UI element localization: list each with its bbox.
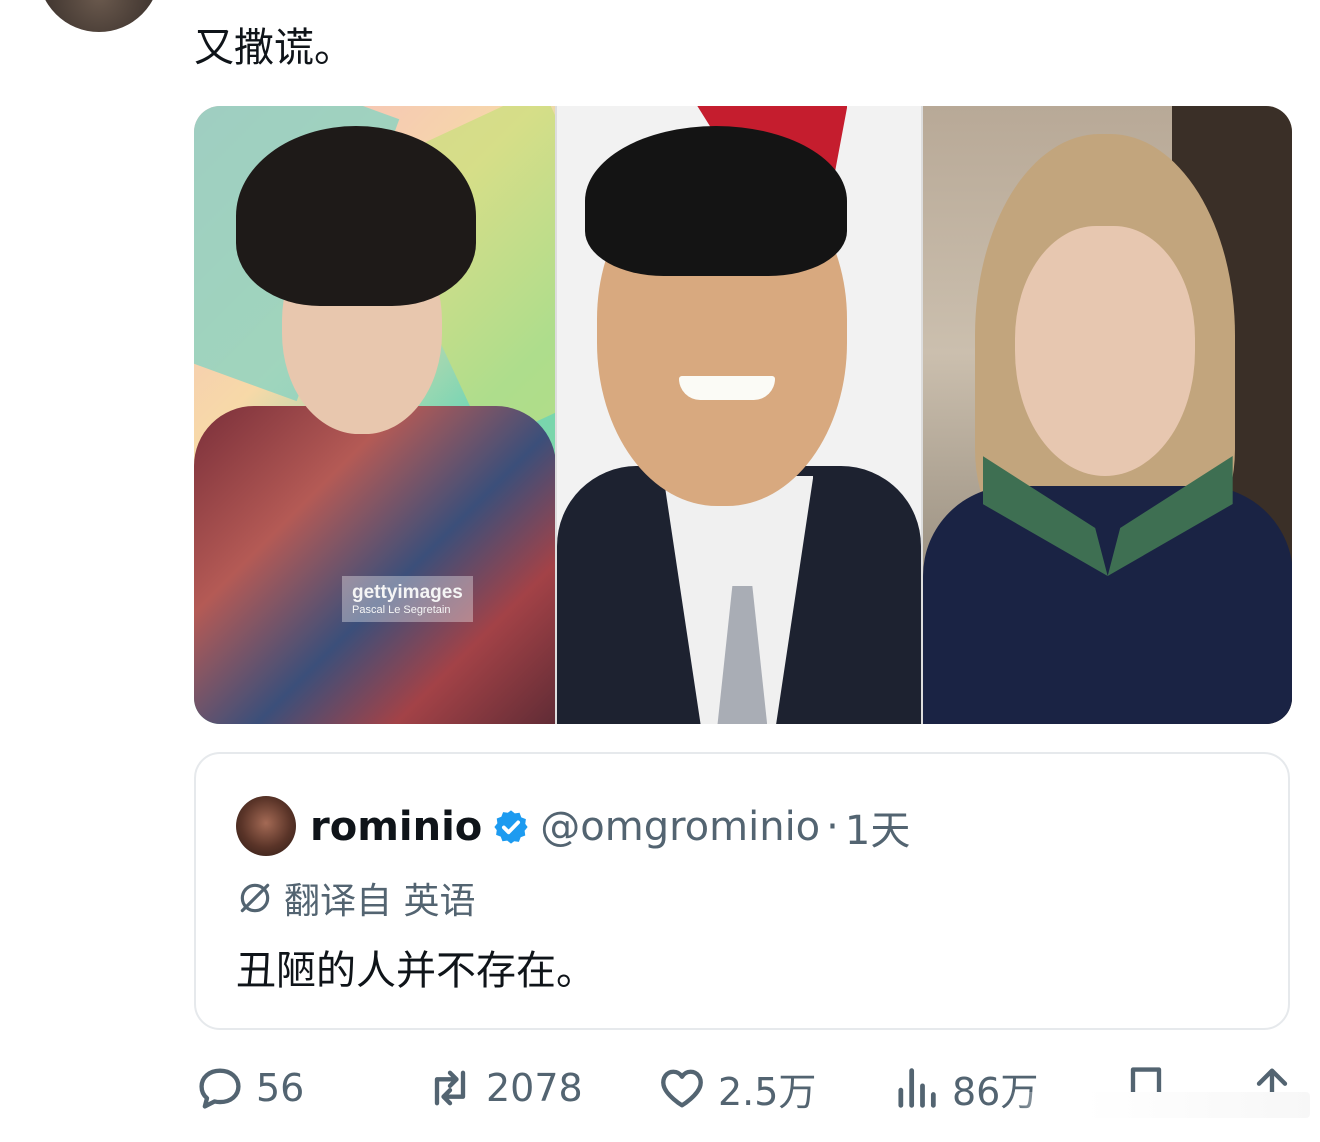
verified-badge-icon: [494, 810, 528, 844]
translation-note: 翻译自 英语: [236, 872, 475, 924]
like-count: 2.5万: [718, 1069, 817, 1114]
retweet-button[interactable]: 2078: [424, 1058, 583, 1118]
quoted-tweet-header: rominio @omgrominio · 1天: [310, 798, 910, 856]
watermark-brand: gettyimages: [352, 582, 463, 603]
person-face: [1014, 226, 1195, 476]
person-jacket: [922, 486, 1292, 724]
quoted-tweet-text: 丑陋的人并不存在。: [236, 948, 596, 994]
bottom-fade-overlay: [1010, 1092, 1310, 1118]
separator-dot: ·: [826, 804, 839, 850]
tweet-text: 又撒谎。: [194, 25, 354, 71]
translation-label: 翻译自 英语: [284, 881, 476, 922]
quoted-author-avatar[interactable]: [236, 796, 296, 856]
person-jacket: [194, 406, 556, 724]
photo-2[interactable]: [557, 106, 921, 724]
person-smile: [679, 376, 776, 400]
reply-button[interactable]: 56: [194, 1058, 304, 1118]
photo-1[interactable]: gettyimages Pascal Le Segretain: [194, 106, 556, 724]
views-icon: [898, 1068, 936, 1108]
quoted-handle[interactable]: @omgrominio: [540, 804, 820, 850]
photo-3[interactable]: [922, 106, 1292, 724]
author-avatar[interactable]: [38, 0, 160, 32]
quoted-display-name[interactable]: rominio: [310, 804, 482, 850]
heart-icon: [661, 1069, 703, 1108]
watermark-credit: Pascal Le Segretain: [352, 604, 451, 616]
quoted-timestamp[interactable]: 1天: [845, 798, 910, 856]
retweet-icon: [434, 1070, 466, 1106]
person-hair: [236, 126, 476, 306]
like-button[interactable]: 2.5万: [656, 1058, 816, 1118]
person-hair: [585, 126, 848, 276]
media-grid[interactable]: gettyimages Pascal Le Segretain: [194, 106, 1292, 724]
retweet-count: 2078: [486, 1066, 583, 1110]
getty-watermark: gettyimages Pascal Le Segretain: [342, 576, 473, 622]
quoted-tweet-card[interactable]: rominio @omgrominio · 1天 翻译自 英语 丑陋的人并不存在…: [194, 752, 1290, 1030]
translate-icon: [240, 883, 270, 913]
reply-count: 56: [256, 1066, 305, 1110]
reply-icon: [199, 1068, 241, 1109]
